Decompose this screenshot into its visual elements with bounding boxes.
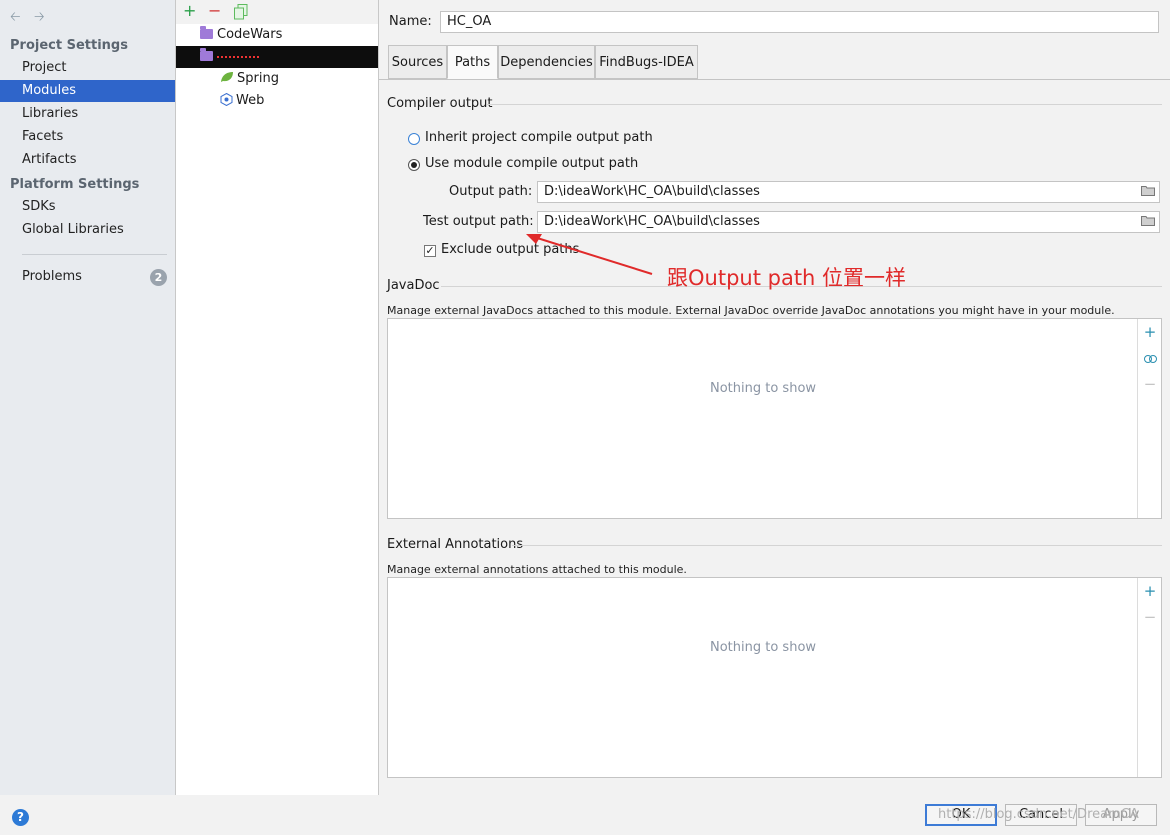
javadoc-title: JavaDoc — [387, 278, 440, 293]
remove-javadoc-button[interactable]: − — [1138, 375, 1162, 393]
external-annotations-empty-text: Nothing to show — [710, 640, 817, 655]
sidebar-item-libraries[interactable]: Libraries — [0, 103, 175, 125]
annotation-arrow — [526, 234, 653, 275]
sidebar-item-global-libraries[interactable]: Global Libraries — [0, 219, 175, 241]
javadoc-empty-text: Nothing to show — [710, 381, 817, 396]
module-name-field[interactable]: HC_OA — [440, 11, 1159, 33]
sidebar-item-modules[interactable]: Modules — [0, 80, 175, 102]
tree-item-spring[interactable]: Spring — [176, 68, 378, 90]
forward-arrow-icon[interactable]: 🡢 — [34, 8, 45, 30]
tree-item-web[interactable]: Web — [176, 90, 378, 112]
external-annotations-title: External Annotations — [387, 537, 524, 552]
external-annotations-description: Manage external annotations attached to … — [387, 563, 687, 576]
tab-findbugs-idea[interactable]: FindBugs-IDEA — [595, 45, 698, 79]
sidebar-separator — [22, 254, 167, 255]
module-name-error-underline — [217, 46, 259, 58]
test-output-path-label: Test output path: — [423, 214, 534, 229]
module-folder-icon — [200, 26, 213, 39]
use-module-output-radio[interactable] — [408, 159, 420, 171]
add-annotation-button[interactable]: + — [1138, 582, 1162, 600]
output-path-field[interactable]: D:\ideaWork\HC_OA\build\classes — [537, 181, 1160, 203]
tab-paths[interactable]: Paths — [447, 45, 498, 79]
compiler-output-title: Compiler output — [387, 96, 493, 111]
tree-item-codewars[interactable]: CodeWars — [176, 24, 378, 46]
tree-toolbar: + − — [176, 0, 378, 24]
remove-annotation-button[interactable]: − — [1138, 608, 1162, 626]
sidebar-item-facets[interactable]: Facets — [0, 126, 175, 148]
inherit-output-label[interactable]: Inherit project compile output path — [425, 130, 653, 145]
name-label: Name: — [389, 14, 432, 29]
javadoc-list[interactable]: Nothing to show + − — [387, 318, 1162, 519]
inherit-output-radio[interactable] — [408, 133, 420, 145]
module-settings-content: Name: HC_OA Sources Paths Dependencies F… — [379, 0, 1170, 795]
sidebar-item-project[interactable]: Project — [0, 57, 175, 79]
link-icon[interactable] — [1138, 349, 1162, 367]
platform-settings-title: Platform Settings — [10, 177, 140, 192]
remove-module-button[interactable]: − — [208, 2, 221, 20]
sidebar-item-problems[interactable]: Problems 2 — [0, 266, 175, 288]
output-path-label: Output path: — [449, 184, 533, 199]
add-module-button[interactable]: + — [183, 2, 196, 20]
annotation-text: 跟Output path 位置一样 — [667, 266, 907, 290]
problems-label: Problems — [22, 269, 82, 284]
compiler-output-divider — [487, 104, 1162, 105]
web-icon — [220, 92, 236, 108]
external-annotations-divider — [512, 545, 1162, 546]
add-javadoc-button[interactable]: + — [1138, 323, 1162, 341]
exclude-output-checkbox[interactable]: ✓ — [424, 245, 436, 257]
project-settings-title: Project Settings — [10, 38, 128, 53]
sidebar-item-artifacts[interactable]: Artifacts — [0, 149, 175, 171]
help-icon[interactable]: ? — [12, 809, 29, 826]
copy-icon[interactable] — [234, 4, 248, 24]
back-arrow-icon[interactable]: 🡠 — [10, 8, 21, 30]
dialog-button-bar: ? OK Cancel Apply https://blog.csdn.net/… — [0, 795, 1170, 835]
tab-dependencies[interactable]: Dependencies — [498, 45, 595, 79]
tree-item-selected-module[interactable] — [176, 46, 378, 68]
external-annotations-toolbar: + − — [1137, 578, 1161, 777]
javadoc-toolbar: + − — [1137, 319, 1161, 518]
browse-folder-icon[interactable] — [1139, 182, 1157, 202]
spring-leaf-icon — [220, 71, 237, 86]
problems-count-badge: 2 — [150, 269, 167, 286]
tab-sources[interactable]: Sources — [388, 45, 447, 79]
watermark-text: https://blog.csdn.net/DreamCA — [938, 807, 1139, 822]
settings-sidebar: 🡠 🡢 Project Settings Project Modules Lib… — [0, 0, 176, 795]
tab-separator — [379, 79, 1170, 80]
sidebar-item-sdks[interactable]: SDKs — [0, 196, 175, 218]
external-annotations-list[interactable]: Nothing to show + − — [387, 577, 1162, 778]
browse-folder-icon[interactable] — [1139, 212, 1157, 232]
module-folder-icon — [200, 48, 213, 61]
javadoc-description: Manage external JavaDocs attached to thi… — [387, 304, 1115, 317]
module-tree-panel: + − CodeWars Spring Web — [176, 0, 379, 795]
use-module-output-label[interactable]: Use module compile output path — [425, 156, 638, 171]
